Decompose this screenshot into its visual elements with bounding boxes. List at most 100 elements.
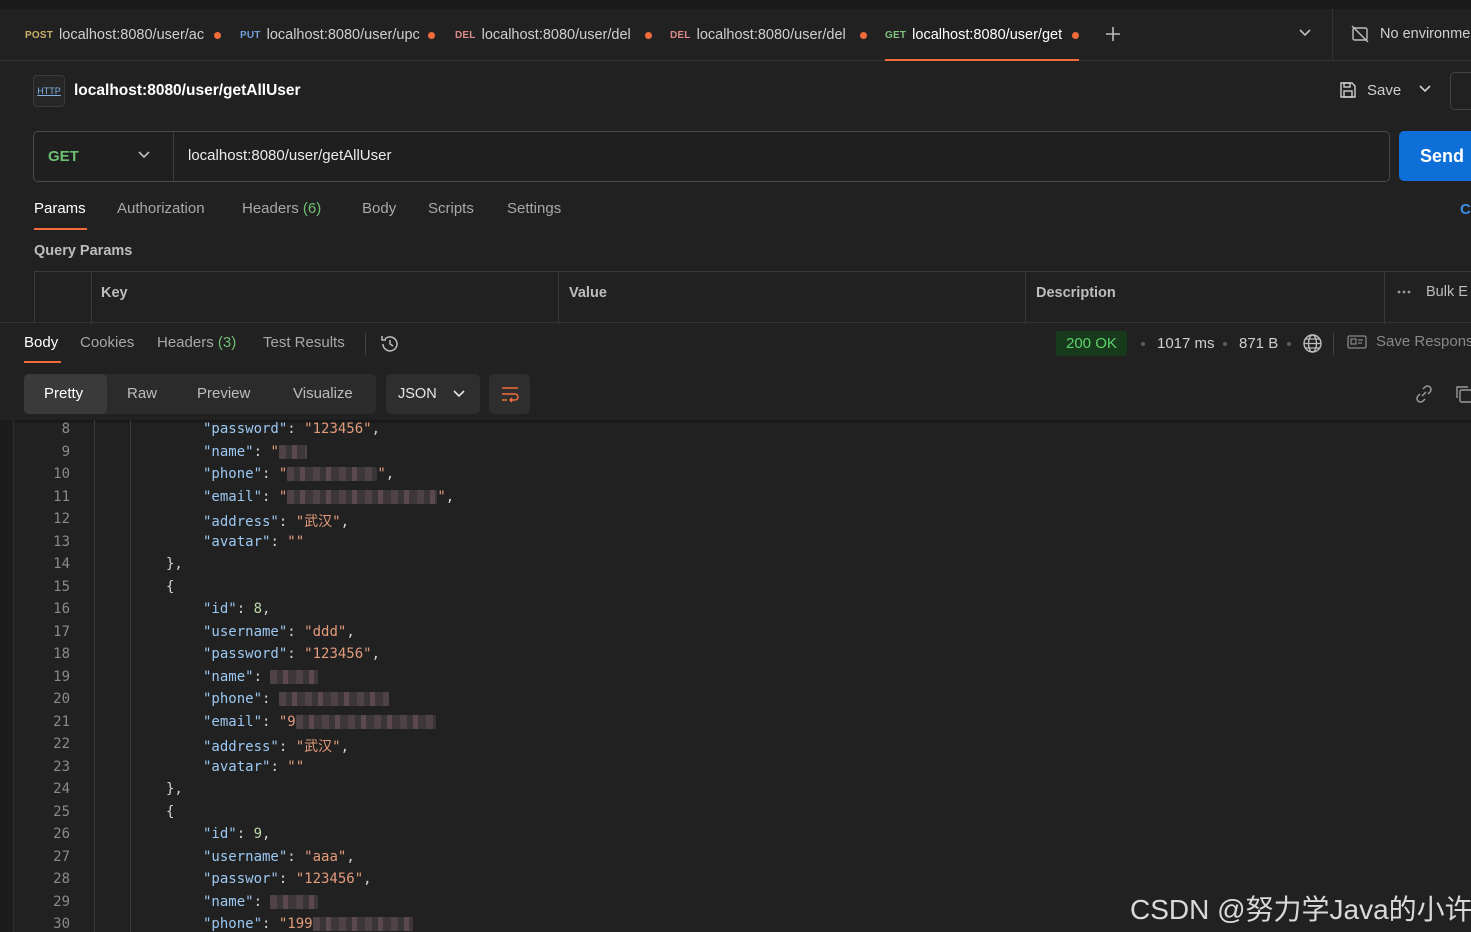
line-number: 30: [53, 916, 70, 932]
code-line: 8 "password": "123456",: [0, 421, 1471, 444]
code-text: "username": "ddd",: [203, 623, 355, 640]
code-line: 17 "username": "ddd",: [0, 624, 1471, 647]
tab-body[interactable]: Body: [362, 200, 396, 217]
column-header-description: Description: [1036, 285, 1116, 301]
unsaved-dot-icon: [859, 31, 867, 39]
query-params-table: Key Value Description: [34, 271, 1471, 324]
view-mode-pretty[interactable]: Pretty: [44, 385, 83, 402]
tab-method-badge: DEL: [670, 29, 691, 41]
request-tab-3[interactable]: DEL localhost:8080/user/del: [455, 9, 655, 61]
tab-headers-label: Headers: [242, 200, 299, 217]
request-tab-1[interactable]: POST localhost:8080/user/ac: [25, 9, 225, 61]
save-options-chevron-down-icon[interactable]: [1418, 84, 1432, 94]
redacted-value: [278, 444, 307, 459]
code-line: 23 "avatar": "": [0, 759, 1471, 782]
unsaved-dot-icon: [644, 31, 652, 39]
request-tab-5-active[interactable]: GET localhost:8080/user/get: [885, 9, 1079, 61]
code-line: 26 "id": 9,: [0, 826, 1471, 849]
code-text: "id": 8,: [203, 601, 271, 617]
line-number: 18: [53, 646, 70, 662]
request-tab-2[interactable]: PUT localhost:8080/user/upc: [240, 9, 440, 61]
tab-scripts[interactable]: Scripts: [428, 200, 474, 217]
share-button[interactable]: [1450, 72, 1471, 110]
wrap-lines-icon: [501, 387, 519, 403]
request-title[interactable]: localhost:8080/user/getAllUser: [74, 82, 301, 100]
response-body-editor[interactable]: 8 "password": "123456", 9 "name": " 10 "phone…: [0, 420, 1471, 932]
checkbox-column: [35, 272, 92, 324]
network-globe-icon[interactable]: [1302, 333, 1323, 354]
line-number: 28: [53, 871, 70, 887]
unsaved-dot-icon: [1072, 31, 1079, 39]
copy-link-icon[interactable]: [1414, 384, 1434, 404]
http-method-value: GET: [48, 148, 79, 165]
more-options-icon[interactable]: [1396, 289, 1412, 295]
code-text: "address": "武汉",: [203, 739, 350, 755]
save-button[interactable]: Save: [1338, 80, 1401, 100]
code-text: "id": 9,: [203, 826, 271, 842]
redacted-value: [295, 714, 436, 729]
cookies-link[interactable]: C: [1460, 201, 1471, 218]
headers-count-badge: (6): [302, 200, 322, 217]
line-number: 27: [53, 848, 70, 865]
code-line: 15 {: [0, 579, 1471, 602]
column-header-key: Key: [101, 285, 128, 301]
send-button[interactable]: Send: [1399, 131, 1471, 181]
http-request-icon: HTTP: [33, 75, 65, 107]
code-text: "phone":: [203, 691, 389, 707]
response-format-select[interactable]: JSON: [386, 374, 480, 414]
view-mode-preview[interactable]: Preview: [197, 385, 250, 402]
save-label: Save: [1367, 81, 1402, 99]
environment-label: No environme: [1380, 26, 1471, 42]
http-method-select[interactable]: GET: [34, 132, 174, 181]
code-text: "password": "123456",: [203, 646, 381, 662]
redacted-value: [270, 669, 319, 684]
response-tab-cookies[interactable]: Cookies: [80, 334, 134, 351]
tab-headers[interactable]: Headers (6): [242, 200, 321, 217]
response-tab-headers[interactable]: Headers (3): [157, 334, 236, 351]
tab-method-badge: PUT: [240, 29, 261, 41]
tab-method-badge: POST: [25, 29, 54, 41]
line-number: 29: [53, 893, 70, 910]
url-input[interactable]: localhost:8080/user/getAllUser: [188, 147, 391, 164]
status-badge[interactable]: 200 OK: [1056, 331, 1127, 356]
no-environment-icon: [1351, 25, 1369, 43]
tab-params[interactable]: Params: [34, 200, 86, 217]
code-text: "passwor": "123456",: [203, 871, 372, 887]
environment-selector[interactable]: No environme: [1350, 24, 1470, 44]
save-response-button[interactable]: Save Respons: [1347, 333, 1471, 350]
request-tab-4[interactable]: DEL localhost:8080/user/del: [670, 9, 870, 61]
response-tab-body[interactable]: Body: [24, 334, 58, 351]
history-icon[interactable]: [379, 333, 401, 355]
watermark: CSDN @努力学Java的小许: [1130, 894, 1471, 925]
line-number: 20: [53, 691, 70, 707]
tab-authorization[interactable]: Authorization: [117, 200, 205, 217]
response-time[interactable]: 1017 ms: [1157, 335, 1215, 352]
line-number: 12: [53, 511, 70, 527]
tab-list-chevron-down-icon[interactable]: [1298, 28, 1312, 38]
code-line: 24},: [0, 781, 1471, 804]
code-line: 13 "avatar": "": [0, 534, 1471, 557]
response-size[interactable]: 871 B: [1239, 335, 1278, 352]
view-mode-raw[interactable]: Raw: [127, 385, 157, 402]
bulk-edit-button[interactable]: Bulk E: [1396, 284, 1468, 300]
copy-icon[interactable]: [1454, 384, 1471, 404]
code-text: "avatar": "": [203, 758, 305, 775]
response-tab-test-results[interactable]: Test Results: [263, 334, 345, 351]
redacted-value: [278, 692, 389, 706]
wrap-lines-button[interactable]: [489, 374, 530, 414]
code-text: "address": "武汉",: [203, 514, 350, 530]
bulk-edit-label: Bulk E: [1426, 284, 1468, 300]
window-top-strip: [0, 0, 1471, 9]
tab-settings[interactable]: Settings: [507, 200, 561, 217]
save-response-label: Save Respons: [1376, 333, 1471, 350]
view-mode-visualize[interactable]: Visualize: [293, 385, 353, 402]
new-tab-plus-icon[interactable]: [1103, 24, 1123, 44]
tab-url: localhost:8080/user/del: [481, 27, 631, 43]
line-number: 23: [53, 758, 70, 775]
line-number: 13: [53, 533, 70, 550]
chevron-down-icon: [138, 151, 150, 159]
pane-resize-divider[interactable]: [0, 322, 1471, 323]
response-format-value: JSON: [398, 386, 437, 402]
response-tab-headers-label: Headers: [157, 334, 214, 351]
code-text: "name":: [203, 894, 319, 910]
